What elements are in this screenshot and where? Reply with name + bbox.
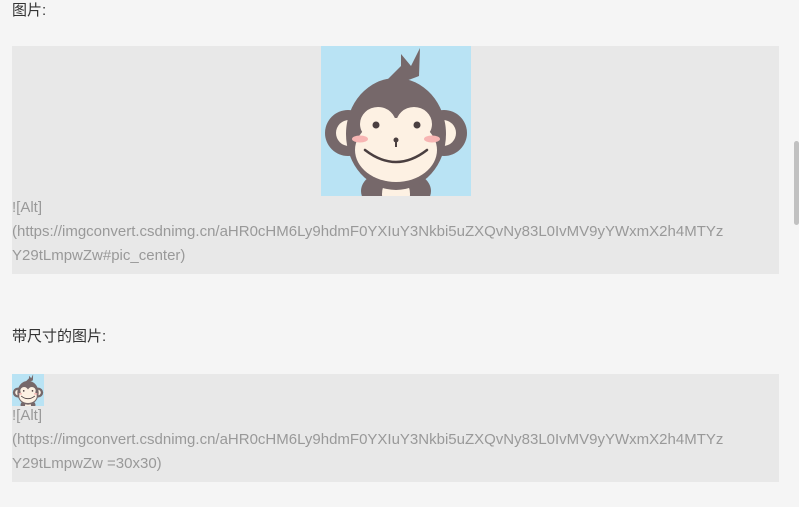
monkey-avatar-small-image [12,374,44,406]
markdown-source-text: ![Alt] (https://imgconvert.csdnimg.cn/aH… [12,196,779,268]
section-label-sized-image: 带尺寸的图片: [12,328,107,345]
sized-image-preview-block: ![Alt] (https://imgconvert.csdnimg.cn/aH… [12,374,779,482]
markdown-url-line: Y29tLmpwZw#pic_center) [12,247,186,264]
markdown-url-line: Y29tLmpwZw =30x30) [12,455,162,472]
section-label-image: 图片: [12,2,47,19]
image-preview-block: ![Alt] (https://imgconvert.csdnimg.cn/aH… [12,46,779,274]
markdown-url-line: (https://imgconvert.csdnimg.cn/aHR0cHM6L… [12,431,724,448]
vertical-scrollbar[interactable] [793,0,799,507]
markdown-alt-text: ![Alt] [12,407,43,424]
monkey-avatar-image [321,46,471,196]
markdown-url-line: (https://imgconvert.csdnimg.cn/aHR0cHM6L… [12,223,724,240]
markdown-alt-text: ![Alt] [12,199,43,216]
monkey-avatar-icon [12,374,44,406]
scrollbar-thumb[interactable] [794,141,799,225]
markdown-source-text: ![Alt] (https://imgconvert.csdnimg.cn/aH… [12,404,779,476]
monkey-avatar-icon [325,48,467,196]
